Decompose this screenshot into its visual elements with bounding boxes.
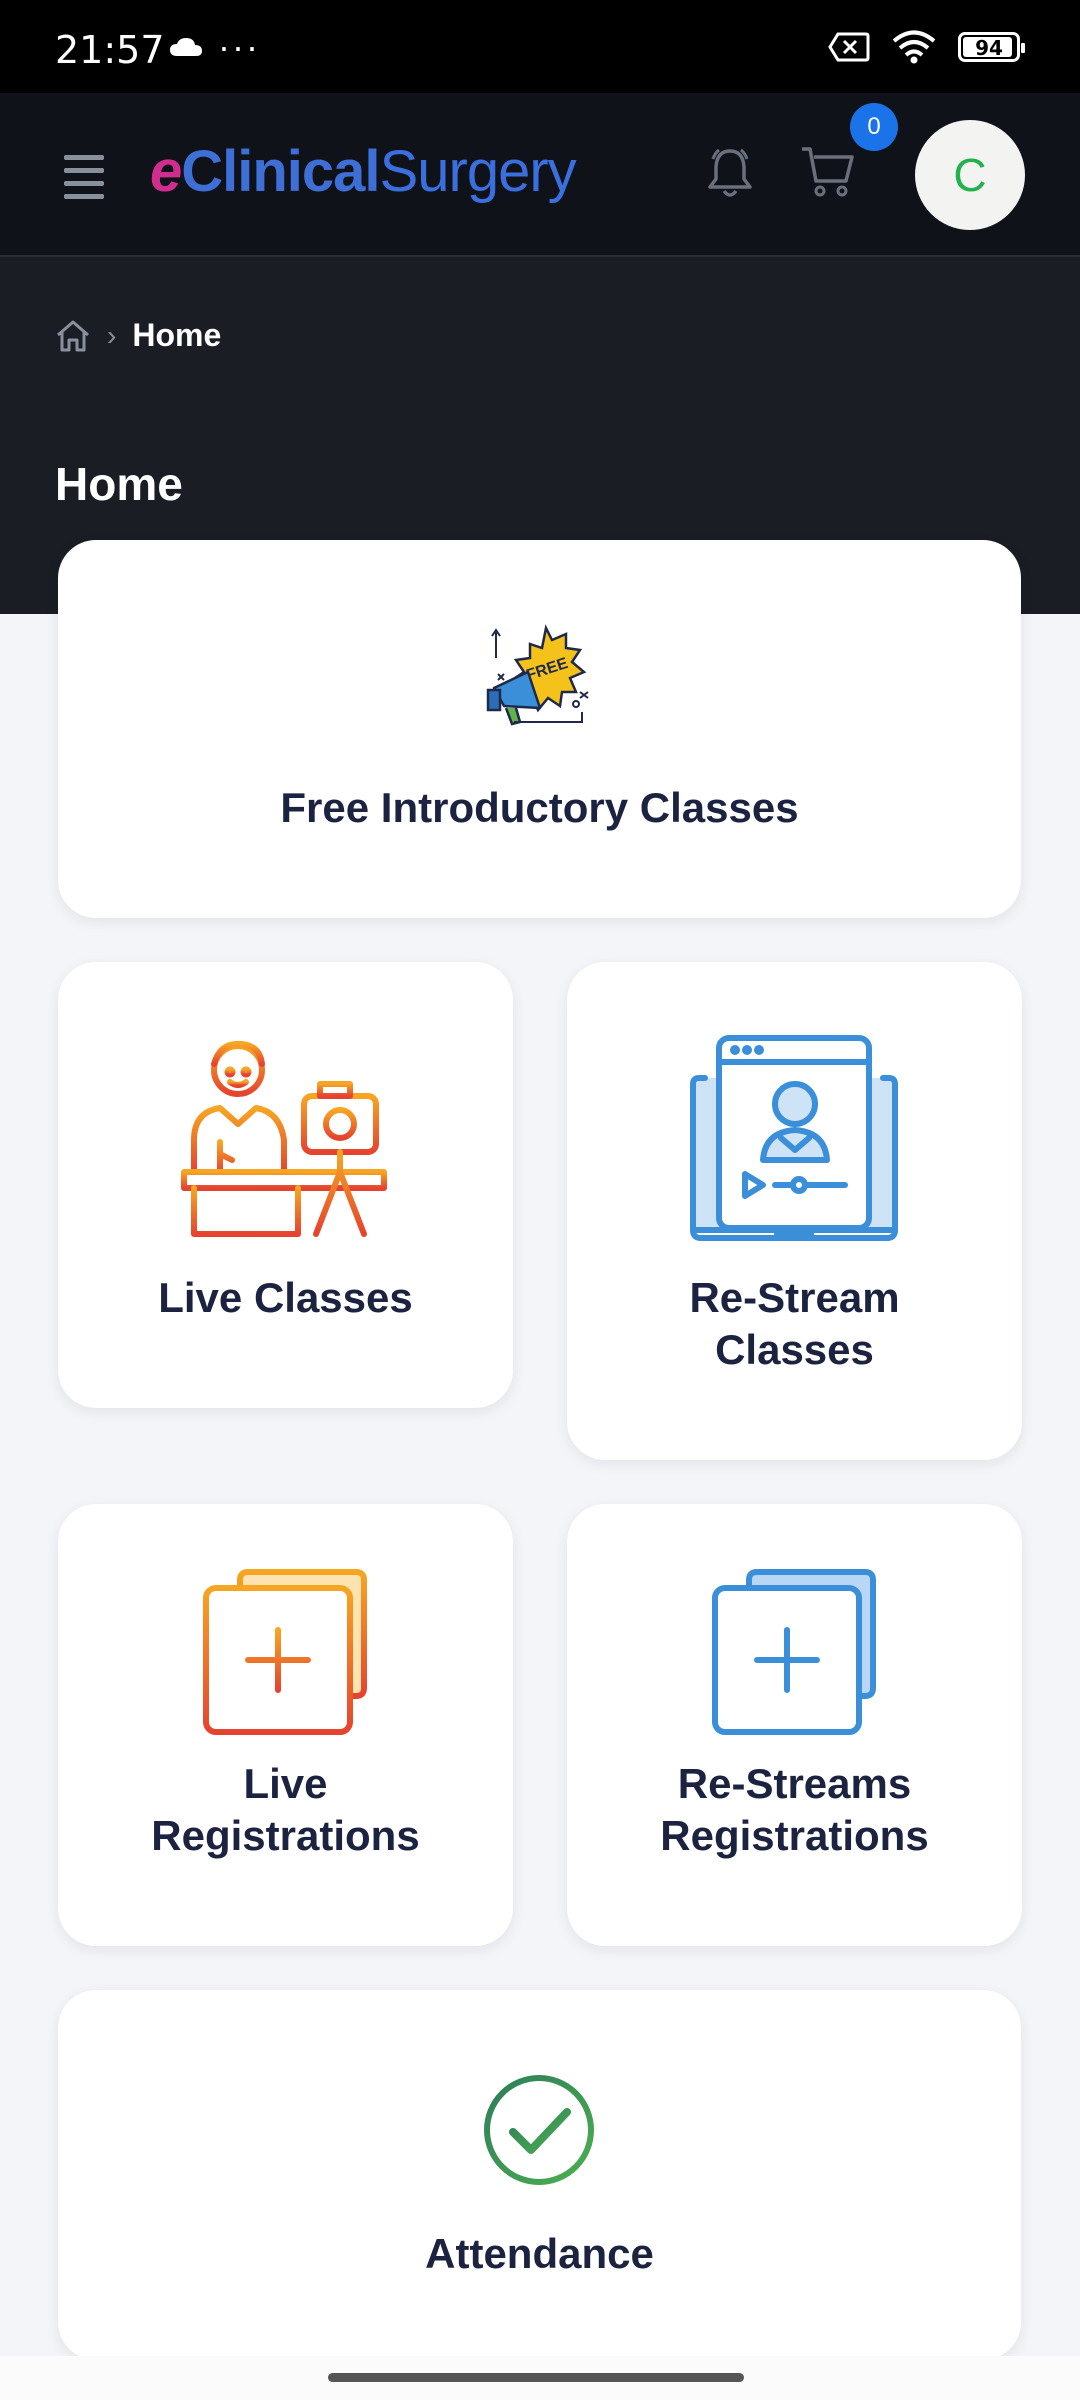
presenter-camera-icon — [181, 1040, 387, 1237]
check-circle-icon — [484, 2075, 594, 2185]
battery-icon: 94 — [958, 32, 1025, 62]
home-icon[interactable] — [55, 319, 91, 353]
page-title: Home — [55, 458, 183, 510]
live-classes-card[interactable]: Live Classes — [58, 962, 513, 1408]
brand-e: e — [150, 139, 182, 204]
add-square-icon — [203, 1569, 367, 1735]
restreams-registrations-card[interactable]: Re-Streams Registrations — [567, 1504, 1022, 1946]
restreams-registrations-label: Re-Streams Registrations — [567, 1758, 1022, 1862]
breadcrumb-current: Home — [132, 317, 222, 353]
live-classes-label: Live Classes — [158, 1274, 413, 1321]
sim-off-icon — [828, 32, 870, 62]
add-square-icon — [712, 1569, 876, 1735]
menu-button[interactable] — [64, 155, 104, 199]
brand-logo[interactable]: eClinicalSurgery — [150, 138, 577, 205]
brand-clinical: Clinical — [181, 139, 380, 204]
laptop-video-icon — [690, 1035, 898, 1241]
status-time: 21:57 — [55, 28, 165, 72]
restream-classes-label: Re-Stream Classes — [567, 1272, 1022, 1376]
live-registrations-label: Live Registrations — [58, 1758, 513, 1862]
live-registrations-label-line1: Live — [243, 1760, 328, 1807]
restream-classes-label-line2: Classes — [715, 1326, 874, 1373]
status-bar: 21:57 ··· 94 — [0, 0, 1080, 93]
megaphone-free-icon: FREE — [486, 624, 589, 726]
cart-icon[interactable] — [800, 145, 856, 199]
notification-bell-icon[interactable] — [705, 145, 755, 201]
top-navigation: eClinicalSurgery 0 C — [0, 93, 1080, 257]
status-more-dots: ··· — [218, 26, 260, 67]
cloud-icon — [170, 38, 202, 56]
restreams-registrations-label-line1: Re-Streams — [677, 1760, 912, 1807]
brand-surgery: Surgery — [379, 139, 577, 204]
restream-classes-card[interactable]: Re-Stream Classes — [567, 962, 1022, 1460]
live-registrations-card[interactable]: Live Registrations — [58, 1504, 513, 1946]
restreams-registrations-label-line2: Registrations — [660, 1812, 929, 1859]
attendance-card[interactable]: Attendance — [58, 1990, 1021, 2360]
free-introductory-classes-label: Free Introductory Classes — [280, 784, 799, 831]
breadcrumb: › Home — [55, 317, 221, 354]
attendance-label: Attendance — [425, 2230, 654, 2277]
user-avatar[interactable]: C — [915, 120, 1025, 230]
free-introductory-classes-card[interactable]: FREE Free Introductory Classes — [58, 540, 1021, 918]
restream-classes-label-line1: Re-Stream — [689, 1274, 900, 1321]
wifi-icon — [892, 30, 936, 64]
live-registrations-label-line2: Registrations — [151, 1812, 420, 1859]
breadcrumb-separator: › — [107, 319, 117, 351]
cart-count-badge: 0 — [850, 103, 898, 151]
home-indicator[interactable] — [328, 2373, 744, 2382]
battery-level: 94 — [975, 36, 1003, 60]
